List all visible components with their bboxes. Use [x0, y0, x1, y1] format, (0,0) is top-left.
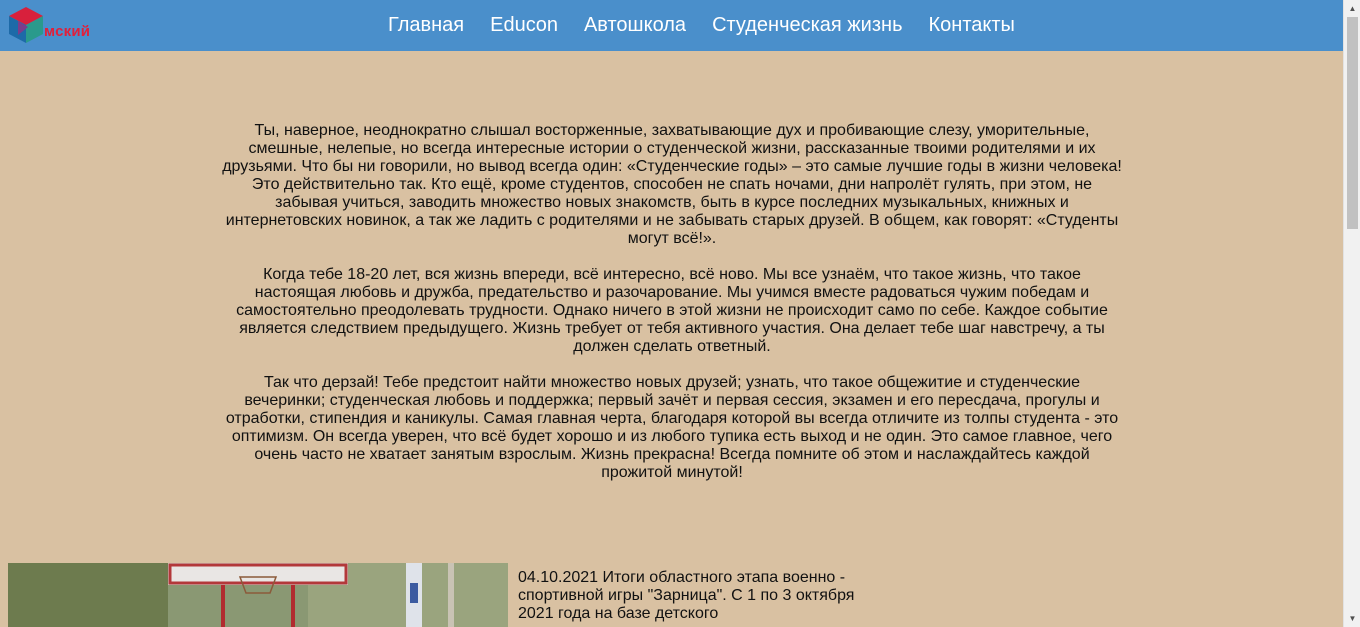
- scroll-thumb[interactable]: [1347, 17, 1358, 229]
- scroll-up-arrow-icon[interactable]: ▲: [1344, 0, 1360, 17]
- site-header: мский Главная Educon Автошкола Студенчес…: [0, 0, 1343, 51]
- nav-link-student-life[interactable]: Студенческая жизнь: [712, 14, 902, 37]
- article-paragraph: Так что дерзай! Тебе предстоит найти мно…: [225, 374, 1119, 481]
- article-paragraph: Ты, наверное, неоднократно слышал востор…: [222, 122, 1122, 247]
- news-photo-image: [8, 563, 508, 627]
- page-scrollbar[interactable]: ▲ ▼: [1343, 0, 1360, 627]
- main-nav: Главная Educon Автошкола Студенческая жи…: [375, 0, 1028, 51]
- nav-link-driving-school[interactable]: Автошкола: [584, 14, 686, 37]
- news-photo[interactable]: [8, 563, 508, 627]
- news-item: 04.10.2021 Итоги областного этапа военно…: [8, 563, 854, 627]
- news-text[interactable]: 04.10.2021 Итоги областного этапа военно…: [518, 569, 858, 623]
- site-logo[interactable]: мский: [6, 5, 110, 45]
- article-paragraph: Когда тебе 18-20 лет, вся жизнь впереди,…: [236, 266, 1108, 355]
- student-life-article: Ты, наверное, неоднократно слышал востор…: [222, 122, 1122, 500]
- logo-text: мский: [44, 23, 91, 40]
- nav-link-home[interactable]: Главная: [388, 14, 464, 37]
- nav-link-contacts[interactable]: Контакты: [929, 14, 1015, 37]
- cube-logo-icon: [9, 7, 43, 43]
- scroll-down-arrow-icon[interactable]: ▼: [1344, 610, 1360, 627]
- nav-link-educon[interactable]: Educon: [490, 14, 558, 37]
